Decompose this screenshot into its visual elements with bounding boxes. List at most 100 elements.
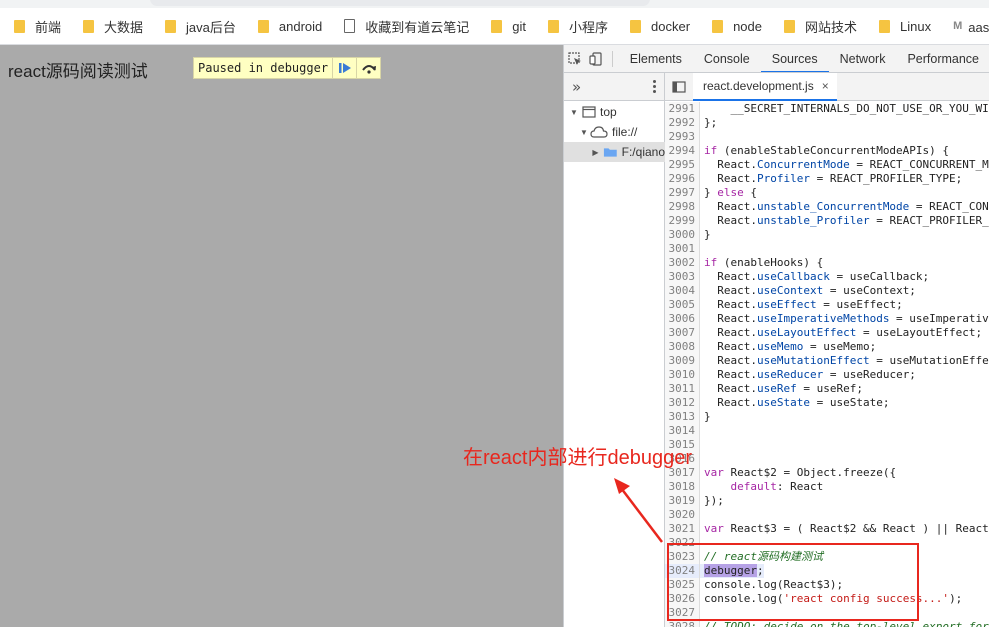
code-line[interactable]: 3001 [665,242,989,256]
line-number[interactable]: 2992 [665,116,700,130]
tab-console[interactable]: Console [693,45,761,72]
tree-item-file[interactable]: ▼ file:// [564,122,665,142]
folder-icon [879,19,892,33]
bookmark-label: 小程序 [569,19,609,35]
bookmark-item[interactable]: node [712,19,762,34]
line-number[interactable]: 2999 [665,214,700,228]
code-line[interactable]: 3021 var React$3 = ( React$2 && React ) |… [665,522,989,536]
line-source: }); [704,494,724,507]
line-number[interactable]: 3007 [665,326,700,340]
tab-network[interactable]: Network [829,45,897,72]
line-source: if (enableHooks) { [704,256,824,269]
code-line[interactable]: 3015 [665,438,989,452]
code-line[interactable]: 3011 React.useRef = useRef; [665,382,989,396]
bookmark-item[interactable]: android [257,19,322,34]
bookmark-item[interactable]: 大数据 [83,17,143,36]
tree-item-folder[interactable]: ▶ F:/qiano [564,142,665,162]
bookmark-item[interactable]: docker [630,19,690,34]
code-line[interactable]: 2995 React.ConcurrentMode = REACT_CONCUR… [665,158,989,172]
line-number[interactable]: 2991 [665,102,700,116]
step-over-button[interactable] [356,58,380,78]
code-line[interactable]: 2997} else { [665,186,989,200]
line-number[interactable]: 3002 [665,256,700,270]
resume-icon [338,63,351,73]
line-number[interactable]: 3003 [665,270,700,284]
bookmark-item[interactable]: 前端 [14,17,61,36]
bookmark-item[interactable]: java后台 [165,17,236,36]
line-number[interactable]: 2993 [665,130,700,144]
bookmark-item[interactable]: 小程序 [548,17,608,36]
code-line[interactable]: 3020 [665,508,989,522]
code-line[interactable]: 2992}; [665,116,989,130]
device-toolbar-button[interactable] [585,45,606,72]
code-line[interactable]: 2991 __SECRET_INTERNALS_DO_NOT_USE_OR_YO… [665,102,989,116]
code-line[interactable]: 3018 default: React [665,480,989,494]
line-number[interactable]: 3005 [665,298,700,312]
line-number[interactable]: 2994 [665,144,700,158]
code-line[interactable]: 3000} [665,228,989,242]
step-over-icon [361,65,376,74]
code-line[interactable]: 2996 React.Profiler = REACT_PROFILER_TYP… [665,172,989,186]
line-source: React.useReducer = useReducer; [704,368,916,381]
code-line[interactable]: 3016 [665,452,989,466]
line-number[interactable]: 2996 [665,172,700,186]
code-line[interactable]: 3008 React.useMemo = useMemo; [665,340,989,354]
code-line[interactable]: 2993 [665,130,989,144]
line-number[interactable]: 3013 [665,410,700,424]
tab-performance[interactable]: Performance [896,45,989,72]
code-line[interactable]: 2999 React.unstable_Profiler = REACT_PRO… [665,214,989,228]
line-number[interactable]: 3014 [665,424,700,438]
code-line[interactable]: 2998 React.unstable_ConcurrentMode = REA… [665,200,989,214]
line-number[interactable]: 3009 [665,354,700,368]
bookmark-item[interactable]: 网站技术 [783,17,857,36]
code-line[interactable]: 3019}); [665,494,989,508]
code-line[interactable]: 3014 [665,424,989,438]
line-number[interactable]: 3011 [665,382,700,396]
code-line[interactable]: 3009 React.useMutationEffect = useMutati… [665,354,989,368]
line-number[interactable]: 3008 [665,340,700,354]
line-number[interactable]: 3028 [665,620,700,627]
code-line[interactable]: 3010 React.useReducer = useReducer; [665,368,989,382]
bookmark-item[interactable]: Linux [879,19,931,34]
code-line[interactable]: 3012 React.useState = useState; [665,396,989,410]
code-line[interactable]: 3004 React.useContext = useContext; [665,284,989,298]
code-line[interactable]: 3017 var React$2 = Object.freeze({ [665,466,989,480]
line-source: }; [704,116,718,129]
inspect-element-button[interactable] [564,45,585,72]
code-line[interactable]: 3013} [665,410,989,424]
close-tab-icon[interactable]: × [822,73,829,100]
tree-item-top[interactable]: ▼ top [564,102,665,122]
folder-icon [548,19,561,33]
line-number[interactable]: 3001 [665,242,700,256]
resume-button[interactable] [332,58,356,78]
code-line[interactable]: 3002 if (enableHooks) { [665,256,989,270]
tab-sources[interactable]: Sources [760,45,829,72]
more-options-icon[interactable] [653,80,656,93]
line-number[interactable]: 2997 [665,186,700,200]
file-tab-label: react.development.js [703,78,814,93]
editor-file-tab[interactable]: react.development.js × [693,73,837,101]
code-line[interactable]: 3007 React.useLayoutEffect = useLayoutEf… [665,326,989,340]
code-line[interactable]: 3006 React.useImperativeMethods = useImp… [665,312,989,326]
line-number[interactable]: 2995 [665,158,700,172]
line-number[interactable]: 3012 [665,396,700,410]
line-number[interactable]: 3004 [665,284,700,298]
bookmark-item[interactable]: 收藏到有道云笔记 [344,17,469,36]
address-bar[interactable] [150,0,650,6]
bookmark-item[interactable]: Maasailan的b [953,17,989,36]
bookmark-item[interactable]: git [491,19,526,34]
line-number[interactable]: 2998 [665,200,700,214]
code-line[interactable]: 3005 React.useEffect = useEffect; [665,298,989,312]
line-number[interactable]: 3000 [665,228,700,242]
code-line[interactable]: 3028 // TODO: decide on the top-level exp… [665,620,989,627]
more-tabs-chevron[interactable]: » [572,78,581,96]
toggle-navigator-button[interactable] [665,73,693,101]
line-source: React.unstable_ConcurrentMode = REACT_CO… [704,200,989,213]
line-number[interactable]: 3010 [665,368,700,382]
annotation-highlight-box [667,543,919,621]
tab-elements[interactable]: Elements [619,45,693,72]
bookmark-label: node [733,18,762,34]
code-line[interactable]: 2994 if (enableStableConcurrentModeAPIs) … [665,144,989,158]
code-line[interactable]: 3003 React.useCallback = useCallback; [665,270,989,284]
line-number[interactable]: 3006 [665,312,700,326]
